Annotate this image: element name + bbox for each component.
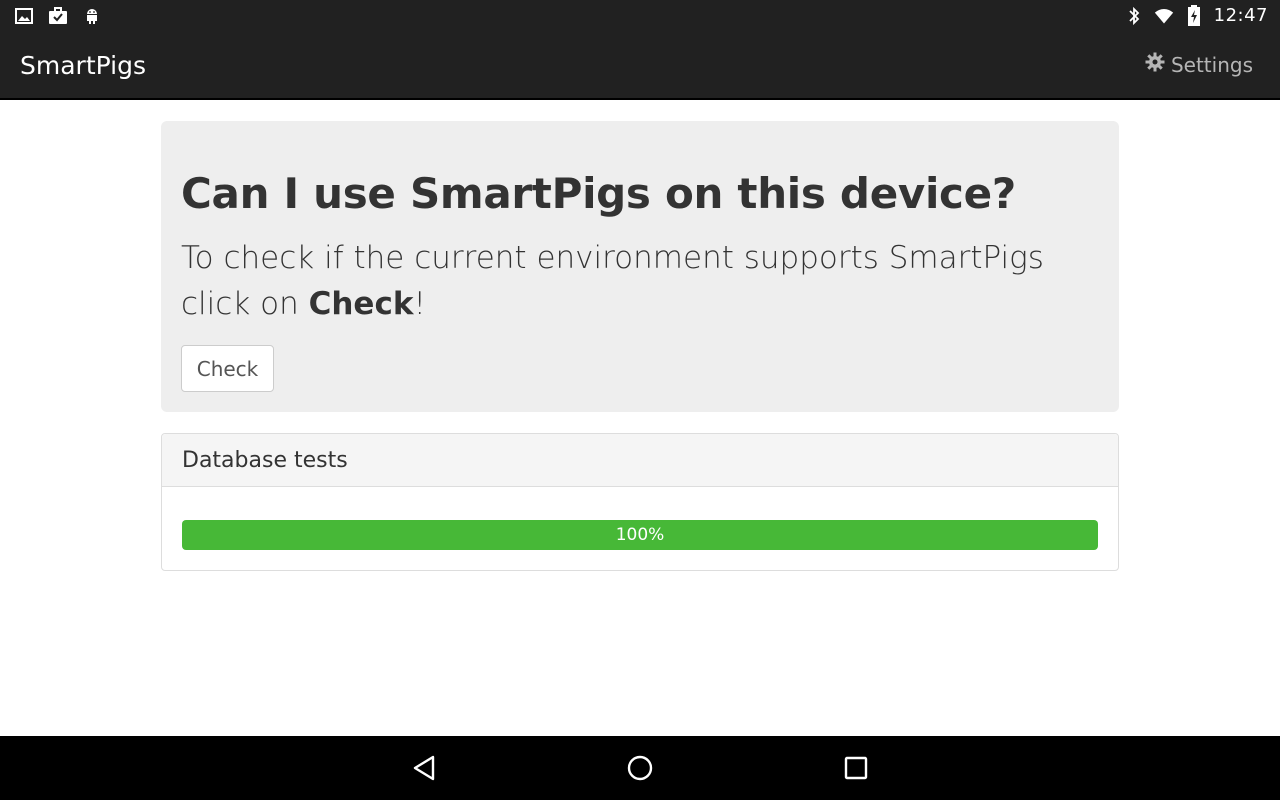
panel-heading: Database tests — [162, 434, 1118, 487]
gear-icon — [1145, 52, 1165, 77]
navigation-bar — [0, 736, 1280, 800]
recents-icon[interactable] — [840, 752, 872, 784]
page-title: Can I use SmartPigs on this device? — [181, 169, 1016, 218]
wifi-icon — [1154, 6, 1174, 26]
system-icons: 12:47 — [1124, 4, 1268, 26]
jumbotron: Can I use SmartPigs on this device? To c… — [161, 121, 1119, 412]
home-icon[interactable] — [624, 752, 656, 784]
back-icon[interactable] — [408, 752, 440, 784]
image-icon — [14, 6, 34, 26]
progress-bar: 100% — [182, 520, 1098, 550]
status-bar: 12:47 — [0, 0, 1280, 32]
lead-text-emphasis: Check — [308, 286, 414, 322]
android-icon — [82, 6, 102, 26]
check-button[interactable]: Check — [181, 345, 274, 392]
settings-label: Settings — [1170, 52, 1253, 77]
main-content: Can I use SmartPigs on this device? To c… — [0, 101, 1280, 736]
settings-button[interactable]: Settings — [1145, 52, 1253, 77]
battery-charging-icon — [1184, 4, 1204, 26]
briefcase-check-icon — [48, 6, 68, 26]
clock: 12:47 — [1213, 5, 1268, 26]
database-tests-panel: Database tests 100% — [161, 433, 1119, 571]
notification-icons — [14, 6, 102, 26]
bluetooth-icon — [1124, 6, 1144, 26]
lead-text-suffix: ! — [413, 286, 426, 322]
app-bar: SmartPigs Settings — [0, 32, 1280, 100]
app-title: SmartPigs — [20, 51, 146, 80]
lead-text: To check if the current environment supp… — [181, 235, 1091, 327]
progress-track: 100% — [182, 520, 1098, 550]
